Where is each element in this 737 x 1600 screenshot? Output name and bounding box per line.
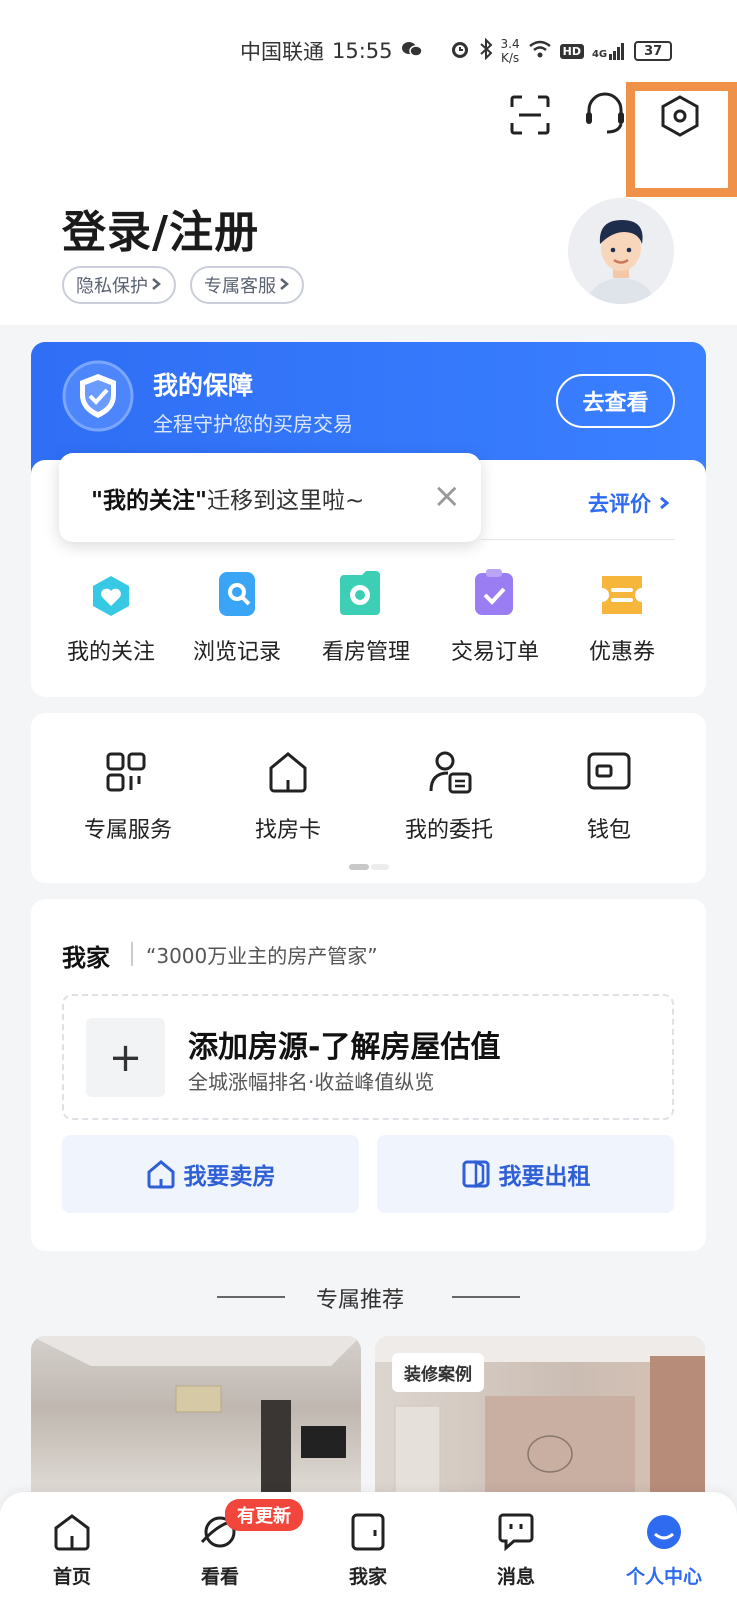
customer-service-pill[interactable]: 专属客服 bbox=[190, 266, 304, 304]
nav-label: 个人中心 bbox=[625, 1566, 702, 1588]
divider bbox=[217, 1296, 285, 1298]
my-home-tagline: “3000万业主的房产管家” bbox=[146, 944, 378, 968]
carrier-name: 中国联通 bbox=[240, 40, 324, 64]
clipboard-check-icon[interactable] bbox=[473, 569, 515, 621]
net-speed: 3.4 K/s bbox=[501, 37, 520, 65]
hd-indicator: HD bbox=[559, 43, 584, 59]
network-type: 4G bbox=[591, 49, 608, 60]
person-document-icon[interactable] bbox=[428, 750, 474, 798]
rent-out-button[interactable]: 我要出租 bbox=[377, 1135, 674, 1213]
my-home-title: 我家 bbox=[62, 944, 110, 972]
door-icon bbox=[351, 1513, 385, 1551]
services-card bbox=[31, 713, 706, 883]
status-time: 15:55 bbox=[332, 39, 393, 63]
view-protection-button[interactable]: 去查看 bbox=[556, 374, 675, 428]
update-badge: 有更新 bbox=[225, 1499, 303, 1531]
protection-subtitle: 全程守护您的买房交易 bbox=[153, 412, 353, 436]
sell-house-label: 我要卖房 bbox=[183, 1164, 276, 1190]
wechat-icon bbox=[401, 39, 423, 63]
service-label[interactable]: 专属服务 bbox=[53, 812, 203, 844]
quick-action-label[interactable]: 优惠券 bbox=[558, 634, 686, 666]
nav-label: 消息 bbox=[496, 1566, 535, 1588]
signal-icon: 4G bbox=[592, 42, 626, 60]
plus-icon[interactable]: + bbox=[86, 1018, 165, 1097]
house-icon bbox=[147, 1160, 174, 1189]
tooltip-message: 迁移到这里啦~ bbox=[206, 487, 365, 514]
sell-house-button[interactable]: 我要卖房 bbox=[62, 1135, 359, 1213]
page-dot-active bbox=[349, 864, 369, 870]
customer-service-pill-label: 专属客服 bbox=[204, 276, 276, 297]
shield-icon bbox=[62, 360, 134, 436]
nav-item-my-home[interactable]: 我家 bbox=[318, 1512, 418, 1589]
review-link-label: 去评价 bbox=[588, 492, 651, 516]
net-speed-unit: K/s bbox=[500, 51, 520, 65]
tooltip-highlight: "我的关注" bbox=[91, 487, 207, 514]
highlight-box bbox=[626, 82, 737, 197]
nav-label: 看看 bbox=[200, 1566, 239, 1588]
nav-item-messages[interactable]: 消息 bbox=[466, 1512, 566, 1589]
privacy-pill[interactable]: 隐私保护 bbox=[62, 266, 176, 304]
message-icon bbox=[498, 1513, 534, 1552]
service-label[interactable]: 找房卡 bbox=[213, 812, 363, 844]
status-bar: 中国联通 15:55 3.4 K/s HD 4G 37 bbox=[240, 34, 673, 68]
customer-service-icon[interactable] bbox=[583, 92, 627, 142]
close-icon[interactable]: × bbox=[433, 479, 462, 513]
recommend-photo[interactable] bbox=[31, 1336, 361, 1496]
rent-out-label: 我要出租 bbox=[498, 1164, 591, 1190]
divider bbox=[452, 1296, 520, 1298]
migration-tooltip: "我的关注" 迁移到这里啦~ × bbox=[59, 453, 481, 542]
privacy-pill-label: 隐私保护 bbox=[76, 276, 148, 297]
wifi-icon bbox=[528, 39, 552, 63]
avatar[interactable] bbox=[568, 198, 674, 304]
wallet-icon[interactable] bbox=[587, 752, 631, 794]
divider bbox=[131, 942, 133, 966]
camera-icon[interactable] bbox=[338, 571, 382, 621]
profile-icon bbox=[647, 1515, 681, 1549]
net-speed-value: 3.4 bbox=[500, 37, 520, 51]
quick-action-label[interactable]: 浏览记录 bbox=[173, 634, 301, 666]
login-register-title[interactable]: 登录/注册 bbox=[62, 196, 259, 260]
house-icon[interactable] bbox=[267, 750, 309, 798]
heart-icon[interactable] bbox=[89, 574, 133, 622]
recommend-title: 专属推荐 bbox=[316, 1288, 405, 1313]
scan-icon[interactable] bbox=[509, 94, 551, 140]
chevron-right-icon bbox=[660, 496, 670, 510]
service-label[interactable]: 钱包 bbox=[534, 812, 684, 844]
protection-title: 我的保障 bbox=[153, 371, 254, 400]
ticket-icon[interactable] bbox=[598, 574, 646, 620]
service-label[interactable]: 我的委托 bbox=[374, 812, 524, 844]
chevron-right-icon bbox=[150, 275, 162, 296]
nav-item-home[interactable]: 首页 bbox=[22, 1512, 122, 1589]
page-indicator bbox=[349, 864, 389, 870]
add-property-subtitle: 全城涨幅排名·收益峰值纵览 bbox=[188, 1070, 435, 1094]
alarm-icon bbox=[449, 38, 471, 65]
add-property-title[interactable]: 添加房源-了解房屋估值 bbox=[188, 1022, 500, 1066]
page-dot bbox=[371, 864, 389, 870]
nav-label: 我家 bbox=[348, 1566, 387, 1588]
nav-item-profile[interactable]: 个人中心 bbox=[614, 1512, 714, 1589]
home-icon bbox=[54, 1514, 90, 1551]
quick-action-label[interactable]: 交易订单 bbox=[431, 634, 559, 666]
grid-icon[interactable] bbox=[106, 752, 146, 796]
search-history-icon[interactable] bbox=[215, 570, 259, 622]
renovation-tag: 装修案例 bbox=[392, 1353, 484, 1392]
nav-label: 首页 bbox=[52, 1566, 91, 1588]
review-link[interactable]: 去评价 bbox=[588, 488, 670, 518]
quick-action-label[interactable]: 我的关注 bbox=[47, 634, 175, 666]
door-icon bbox=[462, 1159, 489, 1189]
chevron-right-icon bbox=[278, 275, 290, 296]
divider bbox=[481, 539, 675, 540]
battery-indicator: 37 bbox=[634, 41, 673, 61]
quick-action-label[interactable]: 看房管理 bbox=[302, 634, 430, 666]
bluetooth-icon bbox=[479, 37, 493, 65]
